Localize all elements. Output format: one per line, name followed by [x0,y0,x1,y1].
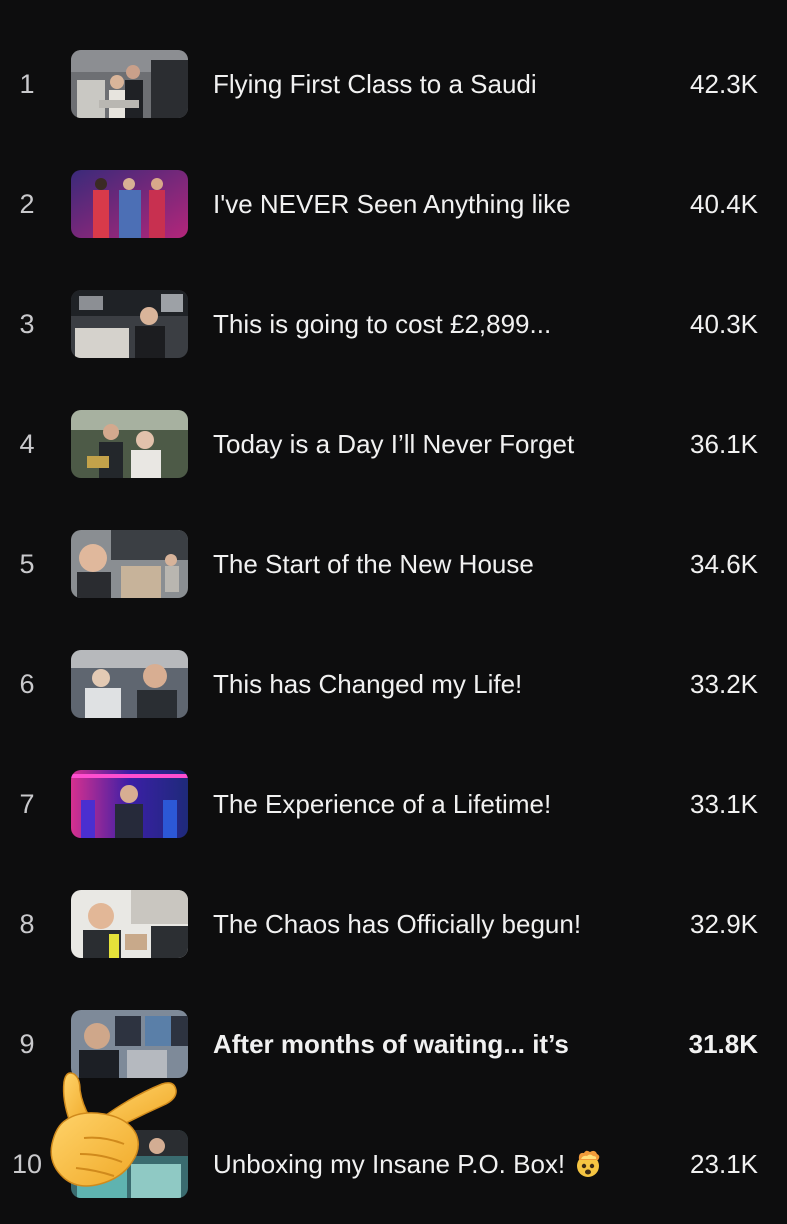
video-title[interactable]: After months of waiting... it’s [213,984,569,1104]
view-count: 33.1K [690,789,758,819]
video-row[interactable]: 6 This has Changed my Life! 33.2K [0,624,787,744]
rank-number: 1 [19,69,35,99]
video-title[interactable]: The Start of the New House [213,504,534,624]
view-count: 33.2K [690,669,758,699]
view-count: 40.3K [690,309,758,339]
rank-number: 6 [19,669,35,699]
video-title[interactable]: The Experience of a Lifetime! [213,744,551,864]
rank-number: 8 [19,909,35,939]
exploding-head-icon [577,1150,600,1177]
video-title[interactable]: Flying First Class to a Saudi [213,24,537,144]
video-row[interactable]: 5 The Start of the New House 34.6K [0,504,787,624]
video-thumbnail[interactable] [71,290,188,358]
view-count: 42.3K [690,69,758,99]
rank-number: 7 [19,789,35,819]
video-thumbnail[interactable] [71,770,188,838]
video-title-text: Unboxing my Insane P.O. Box! [213,1149,566,1179]
pointing-hand-icon [50,1072,177,1187]
video-title[interactable]: Today is a Day I’ll Never Forget [213,384,574,504]
video-thumbnail[interactable] [71,50,188,118]
view-count: 34.6K [690,549,758,579]
rank-number: 2 [19,189,35,219]
rank-number: 4 [19,429,35,459]
video-row[interactable]: 2 I've NEVER Seen Anything like 40.4K [0,144,787,264]
video-row[interactable]: 3 This is going to cost £2,899... 40.3K [0,264,787,384]
video-row[interactable]: 4 Today is a Day I’ll Never Forget 36.1K [0,384,787,504]
video-row[interactable]: 7 The Experience of a Lifetime! 33.1K [0,744,787,864]
view-count: 23.1K [690,1149,758,1179]
view-count: 32.9K [690,909,758,939]
rank-number: 5 [19,549,35,579]
view-count: 36.1K [690,429,758,459]
video-thumbnail[interactable] [71,170,188,238]
video-title[interactable]: This is going to cost £2,899... [213,264,551,384]
video-thumbnail[interactable] [71,650,188,718]
video-title[interactable]: I've NEVER Seen Anything like [213,144,571,264]
view-count: 31.8K [688,1029,758,1059]
video-title[interactable]: The Chaos has Officially begun! [213,864,581,984]
video-title[interactable]: This has Changed my Life! [213,624,522,744]
rank-number: 3 [19,309,35,339]
video-thumbnail[interactable] [71,530,188,598]
video-row[interactable]: 1 Flying First Class to a Saudi 42.3K [0,24,787,144]
video-title[interactable]: Unboxing my Insane P.O. Box! [213,1104,603,1224]
video-row[interactable]: 8 The Chaos has Officially begun! 32.9K [0,864,787,984]
top-videos-list: 1 Flying First Class to a Saudi 42.3K 2 [0,24,787,1224]
view-count: 40.4K [690,189,758,219]
video-thumbnail[interactable] [71,410,188,478]
video-thumbnail[interactable] [71,890,188,958]
